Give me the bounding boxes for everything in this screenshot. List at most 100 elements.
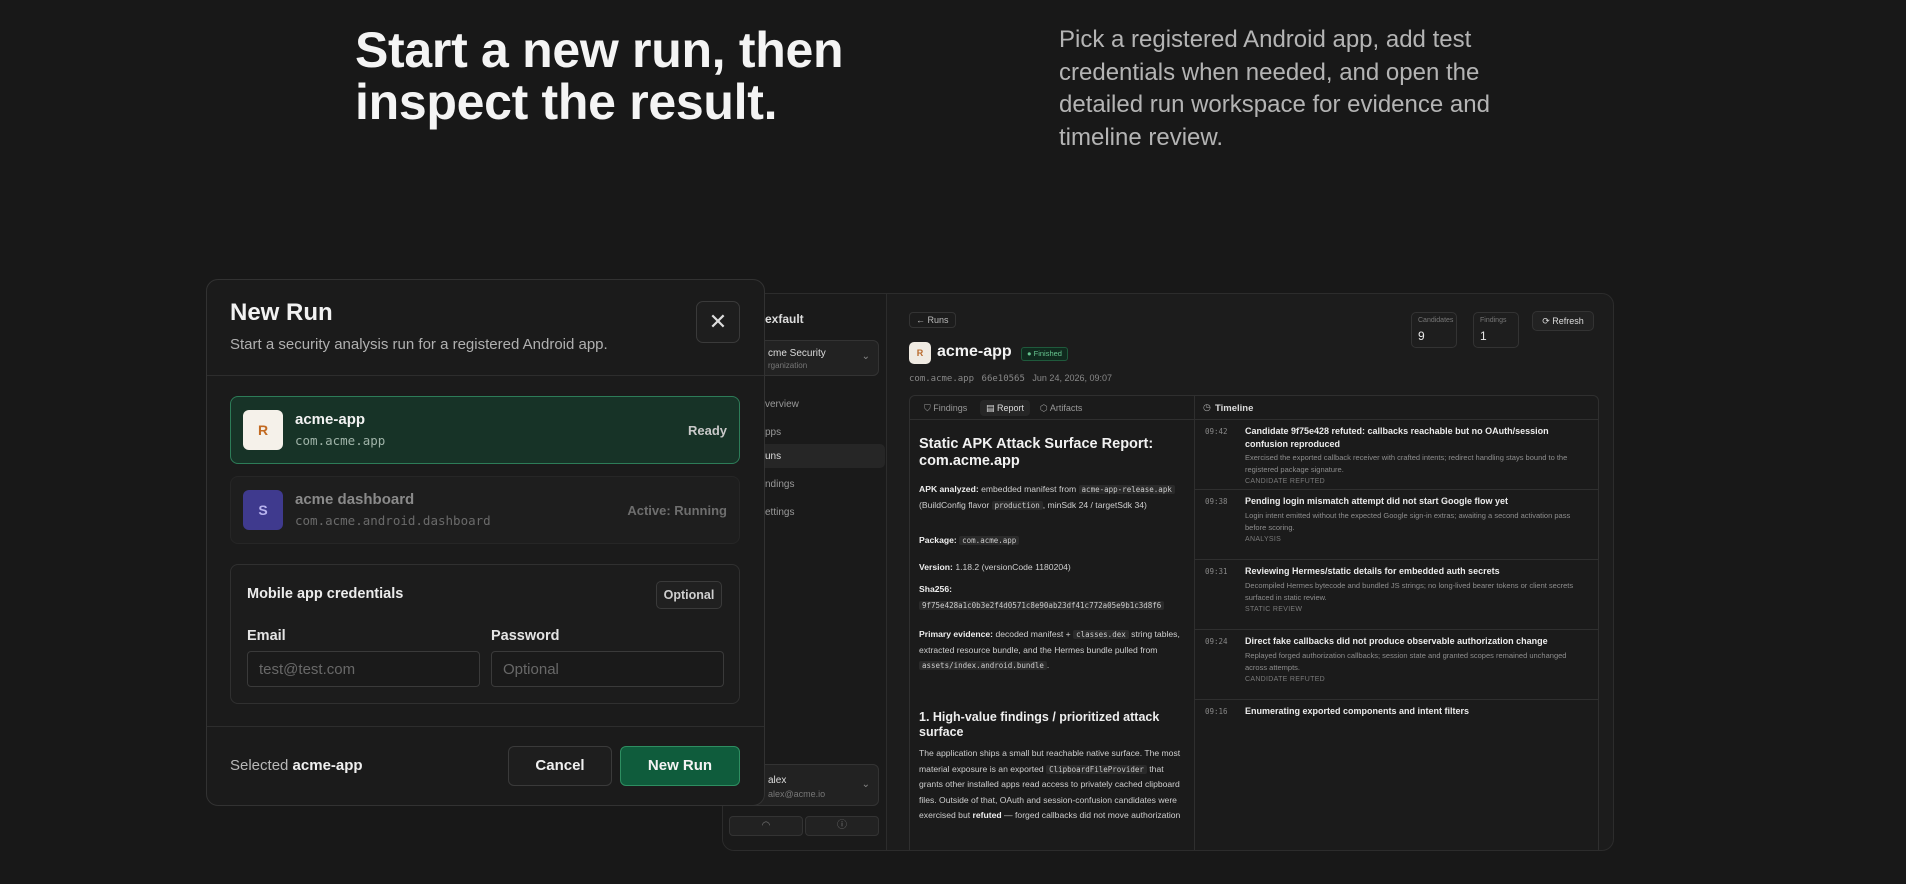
app-option-acme-app[interactable]: R acme-app com.acme.app Ready <box>230 396 740 464</box>
user-name: alex <box>768 775 787 786</box>
report-section-body: The application ships a small but reacha… <box>919 748 1181 820</box>
timeline-title-text: Direct fake callbacks did not produce ob… <box>1245 636 1548 646</box>
refresh-button[interactable]: ⟳ Refresh <box>1532 311 1594 331</box>
report-sha: Sha256: 9f75e428a1c0b3e2f4d0571c8e90ab23d… <box>919 582 1187 613</box>
candidates-stat: Candidates 9 <box>1411 312 1457 348</box>
email-label: Email <box>247 628 286 644</box>
timeline-title-text: Pending login mismatch attempt did not s… <box>1245 496 1509 506</box>
tab-report[interactable]: ▤ Report <box>980 400 1031 416</box>
tab-label: Findings <box>933 403 968 413</box>
timeline-header: ◷ Timeline <box>1195 396 1599 420</box>
candidates-label: Candidates <box>1418 317 1454 324</box>
tab-findings[interactable]: ⛉ Findings <box>918 400 973 416</box>
chevron-down-icon: ⌄ <box>861 779 870 790</box>
run-panel: ⛉ Findings ▤ Report ⬡ Artifacts Static A… <box>909 395 1599 850</box>
timeline-tag: CANDIDATE REFUTED <box>1245 478 1326 485</box>
app-option-package: com.acme.android.dashboard <box>295 513 491 528</box>
close-button[interactable]: ✕ <box>696 301 740 343</box>
hero-title: Start a new run, then inspect the result… <box>355 22 844 130</box>
findings-value: 1 <box>1480 329 1487 343</box>
timeline-tag: ANALYSIS <box>1245 536 1282 543</box>
password-label: Password <box>491 628 560 644</box>
shield-icon: ⛉ <box>924 403 934 413</box>
run-detail: ← Runs R acme-app ● Finished com.acme.ap… <box>887 294 1613 850</box>
report-apk: APK analyzed: embedded manifest from acm… <box>919 482 1187 513</box>
report-title: Static APK Attack Surface Report: com.ac… <box>919 436 1154 469</box>
close-icon: ✕ <box>708 309 728 334</box>
box-icon: ⬡ <box>1040 403 1050 413</box>
divider <box>207 726 764 727</box>
candidates-value: 9 <box>1418 329 1425 343</box>
tab-bar: ⛉ Findings ▤ Report ⬡ Artifacts <box>910 396 1194 420</box>
timeline-item[interactable]: 09:24 Direct fake callbacks did not prod… <box>1195 630 1599 700</box>
run-id: 66e10565 <box>981 374 1025 384</box>
timeline-tag: STATIC REVIEW <box>1245 606 1303 613</box>
back-to-runs-button[interactable]: ← Runs <box>909 312 956 328</box>
dialog-subtitle: Start a security analysis run for a regi… <box>230 336 608 353</box>
app-option-name: acme-app <box>295 411 366 428</box>
app-avatar: R <box>909 342 931 364</box>
selected-app-name: acme-app <box>292 757 363 774</box>
theme-icon[interactable]: ◠ <box>729 816 803 836</box>
clock-icon: ◷ <box>1203 402 1211 412</box>
tab-artifacts[interactable]: ⬡ Artifacts <box>1034 400 1088 416</box>
new-run-dialog: New Run Start a security analysis run fo… <box>206 279 765 806</box>
findings-label: Findings <box>1480 317 1507 324</box>
run-app-name: acme-app <box>937 343 1012 360</box>
brand-name: exfault <box>765 312 804 326</box>
cancel-button[interactable]: Cancel <box>508 746 612 786</box>
app-option-acme-dashboard[interactable]: S acme dashboard com.acme.android.dashbo… <box>230 476 740 544</box>
selected-prefix: Selected <box>230 757 289 774</box>
org-name: cme Security <box>768 348 826 359</box>
app-option-package: com.acme.app <box>295 433 386 448</box>
app-avatar: S <box>243 490 283 530</box>
dialog-title: New Run <box>230 299 333 326</box>
timeline-tag: CANDIDATE REFUTED <box>1245 676 1326 683</box>
timeline-desc: Decompiled Hermes bytecode and bundled J… <box>1245 581 1574 602</box>
chevron-down-icon: ⌄ <box>861 351 870 362</box>
report-section-title: 1. High-value findings / prioritized att… <box>919 710 1160 739</box>
findings-stat: Findings 1 <box>1473 312 1519 348</box>
refresh-icon: ⟳ <box>1542 316 1553 326</box>
password-field[interactable] <box>491 651 724 687</box>
user-email: alex@acme.io <box>768 789 826 799</box>
timeline-item[interactable]: 09:16 Enumerating exported components an… <box>1195 700 1599 730</box>
timeline-desc: Exercised the exported callback receiver… <box>1245 453 1568 474</box>
timeline-item[interactable]: 09:38 Pending login mismatch attempt did… <box>1195 490 1599 560</box>
back-label: Runs <box>927 315 949 325</box>
timeline-time: 09:31 <box>1205 567 1228 576</box>
timeline-title-text: Reviewing Hermes/static details for embe… <box>1245 566 1500 576</box>
document-icon: ▤ <box>986 403 998 413</box>
timeline-item[interactable]: 09:31 Reviewing Hermes/static details fo… <box>1195 560 1599 630</box>
divider <box>207 375 764 376</box>
org-subtitle: rganization <box>768 361 808 370</box>
status-badge: ● Finished <box>1021 347 1068 361</box>
timeline-time: 09:38 <box>1205 497 1228 506</box>
status-label: Finished <box>1033 349 1062 358</box>
hero-description: Pick a registered Android app, add test … <box>1059 26 1490 151</box>
credentials-section: Mobile app credentials Optional Email Pa… <box>230 564 740 704</box>
timeline-title-text: Candidate 9f75e428 refuted: callbacks re… <box>1245 426 1549 449</box>
timeline-pane: ◷ Timeline 09:42 Candidate 9f75e428 refu… <box>1195 396 1599 850</box>
app-avatar: R <box>243 410 283 450</box>
run-workspace-window: exfault cme Security rganization ⌄ vervi… <box>722 293 1614 851</box>
email-field[interactable] <box>247 651 480 687</box>
report-package: Package: com.acme.app <box>919 533 1187 549</box>
new-run-button[interactable]: New Run <box>620 746 740 786</box>
timeline-item[interactable]: 09:42 Candidate 9f75e428 refuted: callba… <box>1195 420 1599 490</box>
timeline-desc: Login intent emitted without the expecte… <box>1245 511 1571 532</box>
credentials-title: Mobile app credentials <box>247 586 404 602</box>
help-icon[interactable]: ⓘ <box>805 816 879 836</box>
report-evidence: Primary evidence: decoded manifest + cla… <box>919 629 1180 670</box>
app-option-status: Ready <box>687 423 727 438</box>
app-option-name: acme dashboard <box>295 491 415 508</box>
timeline-desc: Replayed forged authorization callbacks;… <box>1245 651 1567 672</box>
run-package: com.acme.app <box>909 374 975 384</box>
selected-app-summary: Selected acme-app <box>230 757 363 774</box>
report-version: Version: 1.18.2 (versionCode 1180204) <box>919 562 1071 572</box>
tab-label: Report <box>997 403 1025 413</box>
timeline-time: 09:42 <box>1205 427 1228 436</box>
timeline-time: 09:24 <box>1205 637 1228 646</box>
timeline-time: 09:16 <box>1205 707 1228 716</box>
report-pane: ⛉ Findings ▤ Report ⬡ Artifacts Static A… <box>910 396 1195 850</box>
